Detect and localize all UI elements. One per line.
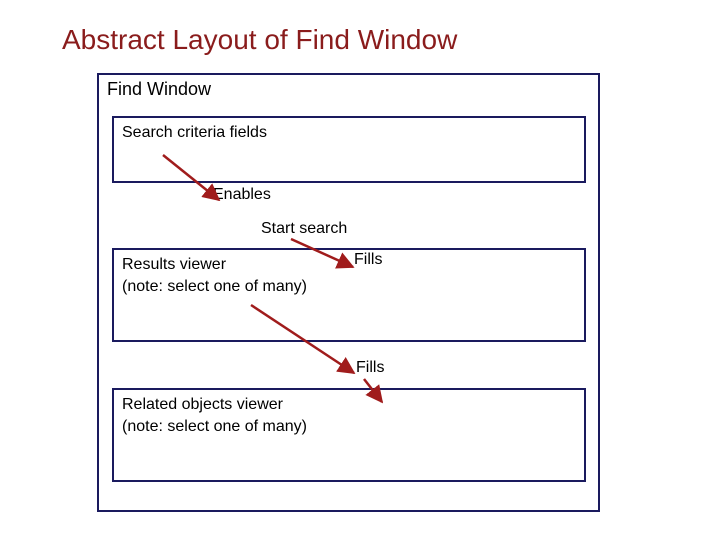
search-criteria-box: Search criteria fields	[112, 116, 586, 183]
fills-label-1: Fills	[354, 251, 382, 269]
find-window-label: Find Window	[99, 75, 598, 104]
results-viewer-label: Results viewer (note: select one of many…	[114, 250, 584, 301]
fills-label-2: Fills	[356, 359, 384, 377]
related-objects-line1: Related objects viewer	[122, 396, 283, 413]
slide-title: Abstract Layout of Find Window	[62, 24, 457, 56]
search-criteria-label: Search criteria fields	[114, 118, 584, 148]
results-viewer-line2: (note: select one of many)	[122, 278, 307, 295]
start-search-label: Start search	[261, 220, 347, 238]
results-viewer-box: Results viewer (note: select one of many…	[112, 248, 586, 342]
slide: Abstract Layout of Find Window Find Wind…	[0, 0, 720, 540]
related-objects-label: Related objects viewer (note: select one…	[114, 390, 584, 441]
related-objects-box: Related objects viewer (note: select one…	[112, 388, 586, 482]
related-objects-line2: (note: select one of many)	[122, 418, 307, 435]
enables-label: Enables	[213, 186, 271, 204]
results-viewer-line1: Results viewer	[122, 256, 226, 273]
